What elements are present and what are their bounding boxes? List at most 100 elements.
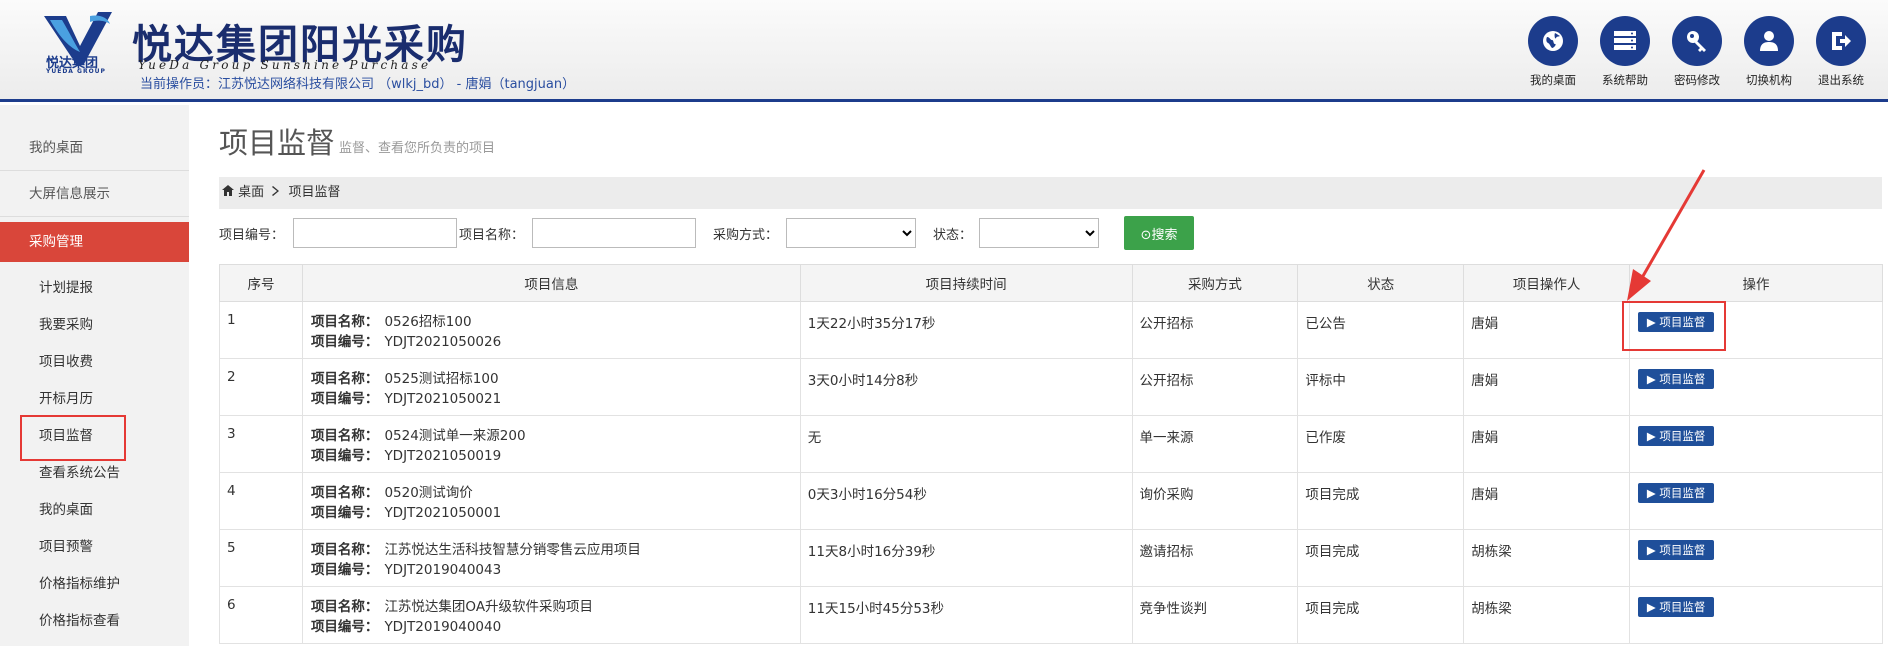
status-label: 状态： bbox=[933, 228, 973, 243]
sidebar-item-purchase[interactable]: 我要采购 bbox=[0, 307, 189, 344]
code-label: 项目编号： bbox=[310, 562, 379, 578]
table-row: 6 项目名称： 江苏悦达集团OA升级软件采购项目 项目编号： YDJT201904004… bbox=[219, 586, 1883, 644]
cell-no: 1 bbox=[219, 301, 303, 359]
sidebar-item-big-screen[interactable]: 大屏信息展示 bbox=[0, 171, 189, 217]
cell-operator: 唐娟 bbox=[1463, 301, 1631, 359]
cell-status: 项目完成 bbox=[1297, 529, 1465, 587]
name-label: 项目名称： bbox=[310, 314, 379, 330]
table-row: 4 项目名称： 0520测试询价 项目编号： YDJT2021050001 0天3小时16… bbox=[219, 472, 1883, 530]
status-select[interactable] bbox=[979, 218, 1099, 248]
cell-info: 项目名称： 0524测试单一来源200 项目编号： YDJT2021050019 bbox=[301, 415, 801, 473]
cell-action: ▶ 项目监督 bbox=[1629, 415, 1883, 473]
logout-button[interactable]: 退出系统 bbox=[1816, 16, 1866, 88]
cell-duration: 3天0小时14分8秒 bbox=[799, 358, 1133, 416]
cell-duration: 11天15小时45分53秒 bbox=[799, 586, 1133, 644]
table-row: 2 项目名称： 0525测试招标100 项目编号： YDJT2021050021 3天0小… bbox=[219, 358, 1883, 416]
name-label: 项目名称： bbox=[310, 599, 379, 615]
cell-action: ▶ 项目监督 bbox=[1629, 358, 1883, 416]
logo-text-en: YUEDA GROUP bbox=[46, 68, 106, 75]
breadcrumb-current: 项目监督 bbox=[288, 185, 341, 200]
sidebar-item-price-index-view[interactable]: 价格指标查看 bbox=[0, 603, 189, 640]
cell-status: 已公告 bbox=[1297, 301, 1465, 359]
header-no: 序号 bbox=[219, 264, 303, 302]
switch-org-button[interactable]: 切换机构 bbox=[1744, 16, 1794, 88]
cell-no: 6 bbox=[219, 586, 303, 644]
cell-info: 项目名称： 江苏悦达生活科技智慧分销零售云应用项目 项目编号： YDJT2019040… bbox=[301, 529, 801, 587]
my-desktop-button[interactable]: 我的桌面 bbox=[1528, 16, 1578, 88]
cell-status: 项目完成 bbox=[1297, 586, 1465, 644]
project-code: YDJT2021050019 bbox=[384, 448, 502, 464]
sidebar-item-plan-submit[interactable]: 计划提报 bbox=[0, 270, 189, 307]
cell-status: 评标中 bbox=[1297, 358, 1465, 416]
header-operator: 项目操作人 bbox=[1463, 264, 1631, 302]
sidebar-item-system-notices[interactable]: 查看系统公告 bbox=[0, 455, 189, 492]
table-header-row: 序号 项目信息 项目持续时间 采购方式 状态 项目操作人 操作 bbox=[219, 264, 1883, 302]
project-name: 0524测试单一来源200 bbox=[384, 428, 526, 444]
cell-action: ▶ 项目监督 bbox=[1629, 301, 1883, 359]
cell-no: 4 bbox=[219, 472, 303, 530]
project-no-input[interactable] bbox=[293, 218, 457, 248]
name-label: 项目名称： bbox=[310, 371, 379, 387]
sidebar-item-my-desktop[interactable]: 我的桌面 bbox=[0, 125, 189, 171]
project-supervision-button[interactable]: ▶ 项目监督 bbox=[1638, 369, 1715, 389]
cell-action: ▶ 项目监督 bbox=[1629, 586, 1883, 644]
header-action: 操作 bbox=[1629, 264, 1883, 302]
sidebar-item-bid-calendar[interactable]: 开标月历 bbox=[0, 381, 189, 418]
header-duration: 项目持续时间 bbox=[799, 264, 1133, 302]
header-info: 项目信息 bbox=[301, 264, 801, 302]
breadcrumb-home[interactable]: 桌面 bbox=[238, 185, 264, 200]
cell-operator: 唐娟 bbox=[1463, 358, 1631, 416]
sidebar-item-project-supervision[interactable]: 项目监督 bbox=[0, 418, 189, 455]
code-label: 项目编号： bbox=[310, 448, 379, 464]
table-row: 1 项目名称： 0526招标100 项目编号： YDJT2021050026 1天22小时… bbox=[219, 301, 1883, 359]
method-label: 采购方式： bbox=[713, 228, 779, 243]
project-name-input[interactable] bbox=[532, 218, 696, 248]
sidebar-item-project-warning[interactable]: 项目预警 bbox=[0, 529, 189, 566]
project-supervision-button[interactable]: ▶ 项目监督 bbox=[1638, 540, 1715, 560]
sidebar-item-my-desktop-2[interactable]: 我的桌面 bbox=[0, 492, 189, 529]
cell-duration: 11天8小时16分39秒 bbox=[799, 529, 1133, 587]
project-supervision-button[interactable]: ▶ 项目监督 bbox=[1638, 312, 1715, 332]
name-label: 项目名称： bbox=[310, 542, 379, 558]
system-help-button[interactable]: 系统帮助 bbox=[1600, 16, 1650, 88]
cell-info: 项目名称： 江苏悦达集团OA升级软件采购项目 项目编号： YDJT2019040040 bbox=[301, 586, 801, 644]
change-password-label: 密码修改 bbox=[1674, 73, 1720, 87]
system-help-label: 系统帮助 bbox=[1602, 73, 1648, 87]
cell-duration: 1天22小时35分17秒 bbox=[799, 301, 1133, 359]
cell-operator: 胡栋梁 bbox=[1463, 586, 1631, 644]
code-label: 项目编号： bbox=[310, 391, 379, 407]
cell-method: 竞争性谈判 bbox=[1131, 586, 1299, 644]
cell-operator: 唐娟 bbox=[1463, 415, 1631, 473]
project-supervision-button[interactable]: ▶ 项目监督 bbox=[1638, 483, 1715, 503]
project-no-label: 项目编号： bbox=[219, 228, 285, 243]
project-name: 0526招标100 bbox=[384, 314, 472, 330]
sidebar: 我的桌面 大屏信息展示 采购管理 计划提报 我要采购 项目收费 开标月历 项目监… bbox=[0, 105, 189, 646]
project-code: YDJT2021050021 bbox=[384, 391, 502, 407]
change-password-button[interactable]: 密码修改 bbox=[1672, 16, 1722, 88]
sidebar-item-project-fees[interactable]: 项目收费 bbox=[0, 344, 189, 381]
project-code: YDJT2021050001 bbox=[384, 505, 502, 521]
search-button[interactable]: ⊙搜索 bbox=[1124, 216, 1194, 250]
code-label: 项目编号： bbox=[310, 505, 379, 521]
code-label: 项目编号： bbox=[310, 619, 379, 635]
project-code: YDJT2019040043 bbox=[384, 562, 502, 578]
sidebar-section-procurement[interactable]: 采购管理 bbox=[0, 222, 189, 262]
server-icon bbox=[1600, 16, 1650, 66]
sidebar-item-price-index-maintain[interactable]: 价格指标维护 bbox=[0, 566, 189, 603]
project-name: 0520测试询价 bbox=[384, 485, 473, 501]
cell-info: 项目名称： 0526招标100 项目编号： YDJT2021050026 bbox=[301, 301, 801, 359]
code-label: 项目编号： bbox=[310, 334, 379, 350]
project-supervision-button[interactable]: ▶ 项目监督 bbox=[1638, 426, 1715, 446]
table-row: 3 项目名称： 0524测试单一来源200 项目编号： YDJT2021050019 无单… bbox=[219, 415, 1883, 473]
project-name-label: 项目名称： bbox=[459, 228, 525, 243]
cell-no: 3 bbox=[219, 415, 303, 473]
page-subtitle: 监督、查看您所负责的项目 bbox=[339, 141, 496, 156]
cell-status: 项目完成 bbox=[1297, 472, 1465, 530]
project-name: 江苏悦达集团OA升级软件采购项目 bbox=[384, 599, 594, 615]
home-icon bbox=[222, 185, 238, 200]
cell-info: 项目名称： 0525测试招标100 项目编号： YDJT2021050021 bbox=[301, 358, 801, 416]
project-supervision-button[interactable]: ▶ 项目监督 bbox=[1638, 597, 1715, 617]
cell-method: 询价采购 bbox=[1131, 472, 1299, 530]
method-select[interactable] bbox=[786, 218, 916, 248]
header: 悦达集团 YUEDA GROUP 悦达集团阳光采购 YueDa Group Su… bbox=[0, 0, 1888, 102]
